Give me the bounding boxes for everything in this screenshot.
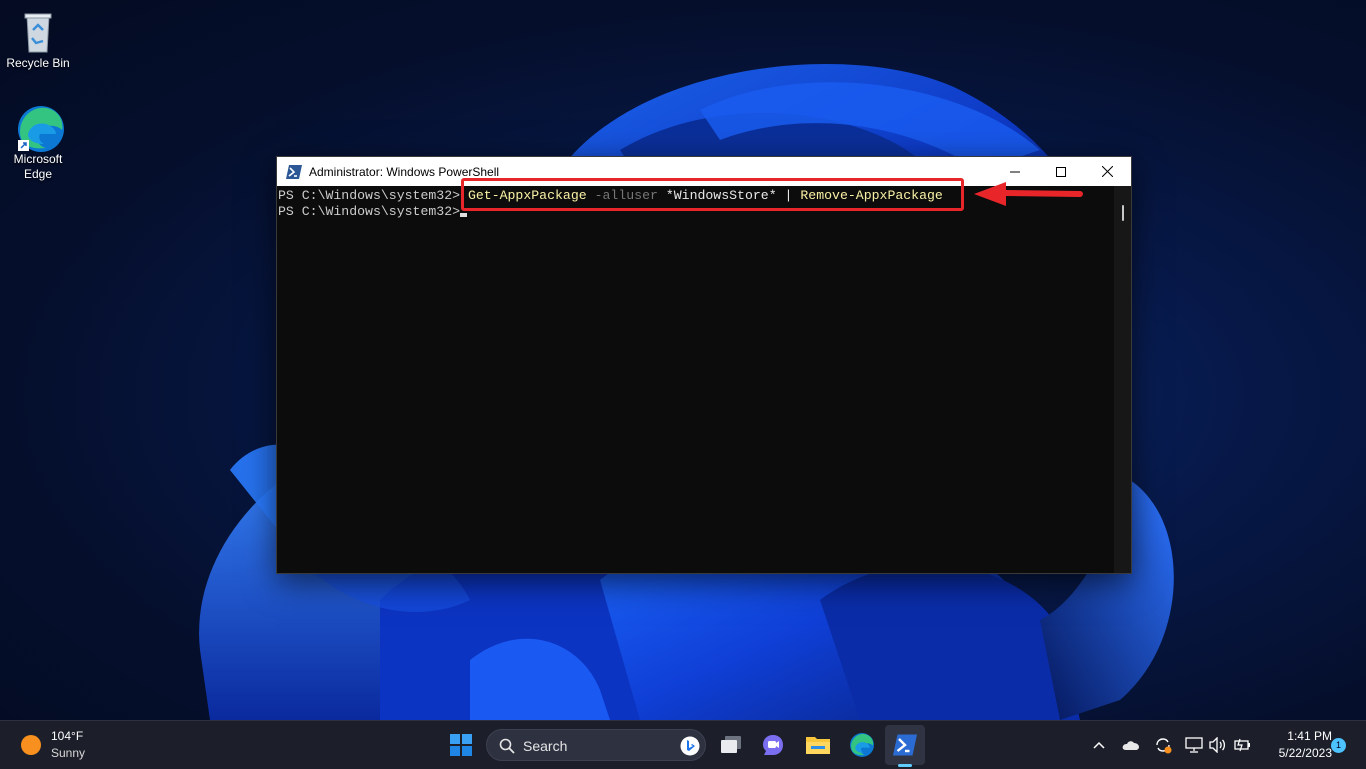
maximize-icon (1056, 166, 1066, 177)
red-arrow-icon (974, 182, 1083, 206)
recycle-bin-icon (16, 8, 60, 53)
network-tray-button[interactable] (1184, 727, 1204, 763)
show-hidden-icons-button[interactable] (1088, 727, 1110, 763)
search-label: Search (523, 738, 568, 754)
console-output[interactable]: PS C:\Windows\system32> Get-AppxPackage … (277, 186, 1114, 573)
text-cursor (460, 213, 468, 217)
clock-time: 1:41 PM (1287, 729, 1332, 743)
update-icon (1156, 738, 1172, 754)
sun-icon (21, 735, 41, 755)
network-icon (1185, 737, 1203, 753)
file-explorer-icon (806, 737, 830, 754)
powershell-window[interactable]: Administrator: Windows PowerShell PS C:\… (276, 156, 1132, 574)
task-view-icon (721, 736, 741, 753)
desktop-icon-label: Edge (23, 167, 53, 181)
desktop-icon-recycle-bin[interactable]: Recycle Bin (0, 8, 76, 71)
update-tray-button[interactable] (1152, 727, 1174, 763)
desktop-icon-edge[interactable]: Microsoft Edge (0, 104, 76, 182)
minimize-icon (1010, 171, 1020, 172)
volume-icon (1209, 737, 1226, 753)
start-icon (450, 734, 472, 756)
volume-tray-button[interactable] (1208, 727, 1228, 763)
onedrive-icon (1122, 741, 1139, 750)
task-view-button[interactable] (713, 727, 749, 763)
weather-description: Sunny (51, 746, 86, 760)
battery-tray-button[interactable] (1232, 727, 1252, 763)
weather-temperature: 104°F (51, 729, 84, 743)
notification-badge[interactable]: 1 (1331, 738, 1346, 753)
window-title: Administrator: Windows PowerShell (309, 164, 500, 179)
onedrive-tray-button[interactable] (1120, 727, 1142, 763)
edge-taskbar-button[interactable] (844, 727, 880, 763)
active-app-indicator (898, 764, 912, 767)
desktop-icon-label: Microsoft (13, 152, 63, 166)
file-explorer-button[interactable] (800, 727, 836, 763)
search-icon (499, 738, 515, 754)
powershell-icon (286, 164, 302, 179)
chat-button[interactable] (755, 727, 791, 763)
scrollbar[interactable] (1114, 186, 1131, 573)
chevron-up-icon (1093, 741, 1105, 749)
highlight-box (461, 178, 964, 211)
chat-icon (763, 735, 783, 755)
edge-icon (16, 104, 64, 152)
start-button[interactable] (443, 727, 479, 763)
close-icon (1101, 166, 1113, 177)
powershell-taskbar-button[interactable] (887, 727, 923, 763)
console-prompt: PS C:\Windows\system32> (278, 204, 461, 219)
taskbar-search-box[interactable]: Search (486, 729, 706, 761)
close-button[interactable] (1084, 157, 1130, 186)
battery-icon (1234, 738, 1250, 752)
console-prompt: PS C:\Windows\system32> (278, 188, 461, 203)
clock-date: 5/22/2023 (1278, 746, 1332, 760)
scrollbar-thumb[interactable] (1122, 205, 1124, 221)
edge-icon (850, 733, 874, 757)
taskbar: 104°F Sunny Search 1:41 PM 5/22/2023 1 (0, 720, 1366, 769)
powershell-icon (893, 734, 917, 756)
desktop-icon-label: Recycle Bin (6, 56, 70, 70)
bing-icon[interactable] (680, 736, 700, 756)
